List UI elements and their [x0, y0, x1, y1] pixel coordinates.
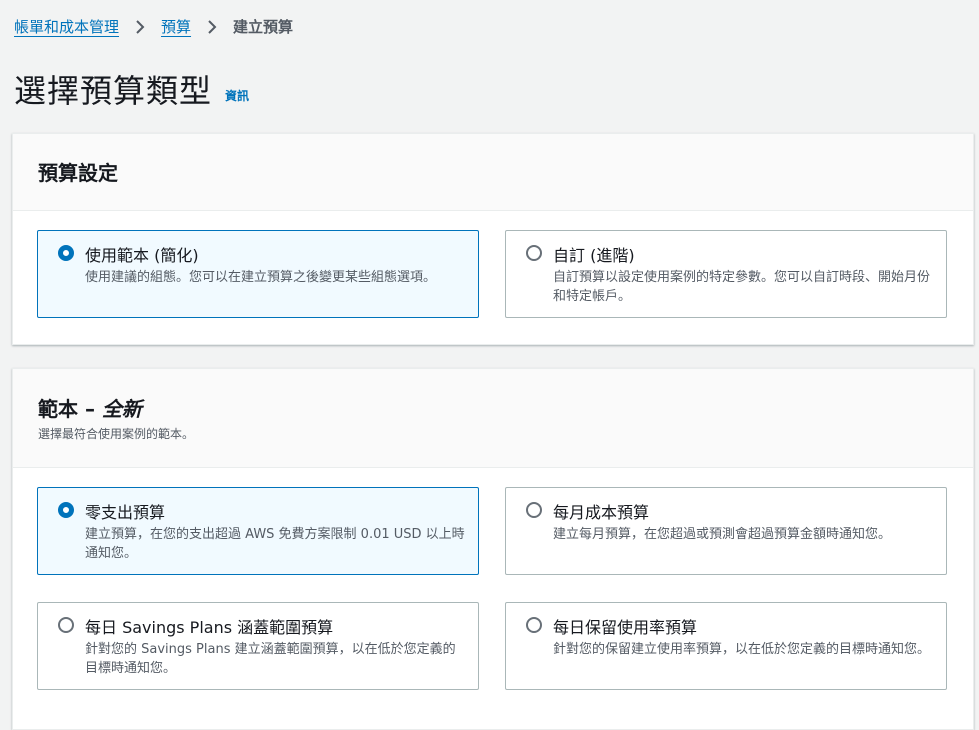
chevron-right-icon [131, 18, 149, 36]
budget-setup-title: 預算設定 [38, 161, 118, 185]
templates-title-prefix: 範本 – [38, 397, 102, 421]
option-description: 建立每月預算，在您超過或預測會超過預算金額時通知您。 [553, 527, 892, 542]
option-label: 每月成本預算 [553, 503, 650, 522]
option-label: 每日保留使用率預算 [553, 618, 698, 637]
radio-button[interactable] [58, 502, 74, 518]
budget-setup-panel: 預算設定 使用範本 (簡化) 使用建議的組態。您可以在建立預算之後變更某些組態選… [12, 133, 974, 345]
option-label: 零支出預算 [85, 503, 166, 522]
option-customize[interactable]: 自訂 (進階) 自訂預算以設定使用案例的特定參數。您可以自訂時段、開始月份和特定… [505, 230, 947, 318]
option-description: 建立預算，在您的支出超過 AWS 免費方案限制 0.01 USD 以上時通知您。 [85, 527, 465, 561]
template-reservation-utilization[interactable]: 每日保留使用率預算 針對您的保留建立使用率預算，以在低於您定義的目標時通知您。 [505, 602, 947, 690]
radio-button[interactable] [526, 502, 542, 518]
page-title: 選擇預算類型 [14, 72, 213, 110]
option-description: 自訂預算以設定使用案例的特定參數。您可以自訂時段、開始月份和特定帳戶。 [553, 270, 931, 304]
radio-button[interactable] [526, 245, 542, 261]
radio-button[interactable] [58, 245, 74, 261]
radio-button[interactable] [526, 617, 542, 633]
templates-panel: 範本 – 全新 選擇最符合使用案例的範本。 零支出預算 建立預算，在您的支出超過… [12, 368, 974, 730]
templates-description: 選擇最符合使用案例的範本。 [38, 427, 195, 441]
breadcrumb: 帳單和成本管理 預算 建立預算 [14, 16, 293, 37]
templates-header: 範本 – 全新 選擇最符合使用案例的範本。 [13, 369, 973, 468]
template-monthly-cost[interactable]: 每月成本預算 建立每月預算，在您超過或預測會超過預算金額時通知您。 [505, 487, 947, 575]
info-link[interactable]: 資訊 [225, 87, 249, 104]
option-description: 針對您的保留建立使用率預算，以在低於您定義的目標時通知您。 [553, 642, 931, 657]
budget-setup-header: 預算設定 [13, 134, 973, 211]
option-use-template[interactable]: 使用範本 (簡化) 使用建議的組態。您可以在建立預算之後變更某些組態選項。 [37, 230, 479, 318]
breadcrumb-budgets-link[interactable]: 預算 [161, 16, 191, 37]
template-zero-spend[interactable]: 零支出預算 建立預算，在您的支出超過 AWS 免費方案限制 0.01 USD 以… [37, 487, 479, 575]
template-savings-plans-coverage[interactable]: 每日 Savings Plans 涵蓋範圍預算 針對您的 Savings Pla… [37, 602, 479, 690]
option-label: 每日 Savings Plans 涵蓋範圍預算 [85, 618, 334, 637]
templates-title-new: 全新 [101, 397, 142, 421]
option-label: 自訂 (進階) [553, 246, 635, 265]
radio-button[interactable] [58, 617, 74, 633]
templates-title: 範本 – 全新 [38, 393, 142, 422]
breadcrumb-current: 建立預算 [233, 18, 294, 36]
breadcrumb-billing-link[interactable]: 帳單和成本管理 [14, 16, 119, 37]
option-description: 針對您的 Savings Plans 建立涵蓋範圍預算，以在低於您定義的目標時通… [85, 642, 456, 676]
option-description: 使用建議的組態。您可以在建立預算之後變更某些組態選項。 [85, 270, 437, 285]
option-label: 使用範本 (簡化) [85, 246, 199, 265]
chevron-right-icon [203, 18, 221, 36]
